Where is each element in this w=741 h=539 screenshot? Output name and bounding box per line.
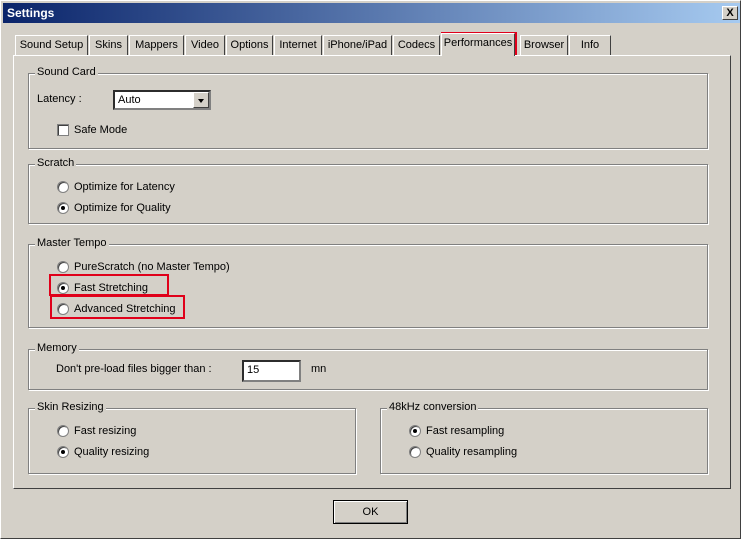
tab-browser[interactable]: Browser [520, 35, 568, 55]
memory-unit: mn [311, 363, 327, 375]
safe-mode-label: Safe Mode [74, 124, 128, 136]
title-bar[interactable]: Settings X [3, 3, 740, 23]
memory-label: Don't pre-load files bigger than : [56, 363, 212, 375]
tab-info[interactable]: Info [569, 35, 611, 55]
radio-fast-resampling[interactable] [409, 425, 421, 437]
tab-panel-performances: Sound Card Latency : Auto Safe Mode Scra… [13, 55, 731, 489]
memory-size-value: 15 [247, 364, 260, 376]
ok-button[interactable]: OK [333, 500, 408, 524]
group-sound-card: Sound Card Latency : Auto Safe Mode [28, 66, 708, 149]
group-48khz-conversion: 48kHz conversion Fast resampling Quality… [380, 401, 708, 474]
radio-label: PureScratch (no Master Tempo) [74, 261, 230, 273]
window-title: Settings [7, 6, 55, 20]
memory-size-input[interactable]: 15 [242, 360, 301, 382]
group-title: 48kHz conversion [387, 401, 479, 413]
group-title: Sound Card [35, 66, 98, 78]
tab-video[interactable]: Video [185, 35, 225, 55]
radio-fast-resizing[interactable] [57, 425, 69, 437]
group-scratch: Scratch Optimize for Latency Optimize fo… [28, 157, 708, 224]
radio-label: Fast Stretching [74, 282, 148, 294]
tab-iphone-ipad[interactable]: iPhone/iPad [323, 35, 392, 55]
chevron-down-icon[interactable] [193, 92, 209, 108]
group-title: Master Tempo [35, 237, 109, 249]
group-master-tempo: Master Tempo PureScratch (no Master Temp… [28, 237, 708, 328]
tab-codecs[interactable]: Codecs [393, 35, 440, 55]
radio-quality-resizing[interactable] [57, 446, 69, 458]
settings-window: Settings X Sound Setup Skins Mappers Vid… [0, 0, 741, 539]
radio-label: Fast resampling [426, 425, 505, 437]
radio-label: Quality resizing [74, 446, 150, 458]
radio-optimize-quality[interactable] [57, 202, 69, 214]
radio-label: Fast resizing [74, 425, 137, 437]
tab-skins[interactable]: Skins [89, 35, 128, 55]
radio-label: Advanced Stretching [74, 303, 176, 315]
radio-label: Optimize for Quality [74, 202, 171, 214]
latency-select[interactable]: Auto [113, 90, 211, 110]
group-title: Scratch [35, 157, 77, 169]
latency-label: Latency : [37, 93, 82, 105]
radio-optimize-latency[interactable] [57, 181, 69, 193]
radio-label: Quality resampling [426, 446, 518, 458]
tab-internet[interactable]: Internet [274, 35, 322, 55]
group-memory: Memory Don't pre-load files bigger than … [28, 342, 708, 390]
tab-options[interactable]: Options [226, 35, 273, 55]
group-skin-resizing: Skin Resizing Fast resizing Quality resi… [28, 401, 356, 474]
group-title: Memory [35, 342, 79, 354]
radio-fast-stretching[interactable] [57, 282, 69, 294]
safe-mode-checkbox[interactable] [57, 124, 69, 136]
radio-label: Optimize for Latency [74, 181, 175, 193]
radio-advanced-stretching[interactable] [57, 303, 69, 315]
tab-performances[interactable]: Performances [441, 33, 515, 56]
close-button[interactable]: X [722, 6, 738, 20]
tab-mappers[interactable]: Mappers [129, 35, 184, 55]
tab-sound-setup[interactable]: Sound Setup [15, 35, 88, 55]
radio-quality-resampling[interactable] [409, 446, 421, 458]
group-title: Skin Resizing [35, 401, 106, 413]
latency-value: Auto [118, 94, 141, 106]
radio-purescratch[interactable] [57, 261, 69, 273]
